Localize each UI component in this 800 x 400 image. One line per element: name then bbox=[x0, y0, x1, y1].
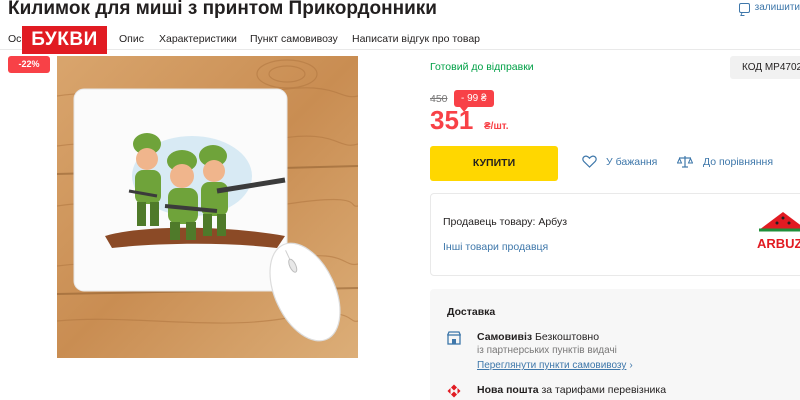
nova-poshta-icon bbox=[447, 384, 461, 398]
buy-button[interactable]: КУПИТИ bbox=[430, 146, 558, 181]
nova-poshta-price: за тарифами перевізника bbox=[541, 384, 667, 396]
nova-poshta-title: Нова пошта bbox=[477, 384, 539, 396]
chevron-right-icon: › bbox=[629, 360, 633, 371]
current-price: 351 bbox=[430, 105, 474, 135]
delivery-title: Доставка bbox=[447, 306, 496, 318]
comment-icon bbox=[738, 2, 750, 13]
availability-status: Готовий до відправки bbox=[430, 61, 534, 73]
tab-description[interactable]: Опис bbox=[119, 33, 144, 45]
price-unit: ₴/шт. bbox=[484, 121, 509, 132]
product-tabs: Ос Опис Характеристики Пункт самовивозу … bbox=[0, 30, 800, 50]
compare-button[interactable]: До порівняння bbox=[677, 155, 773, 168]
scales-icon bbox=[677, 156, 693, 168]
pickup-price: Безкоштовно bbox=[535, 331, 600, 343]
compare-label: До порівняння bbox=[703, 155, 774, 168]
delivery-panel: Доставка Самовивіз Безкоштовно із партне… bbox=[430, 289, 800, 400]
seller-label: Продавець товару: bbox=[443, 216, 536, 228]
seller-card: Продавець товару: Арбуз Інші товари прод… bbox=[430, 193, 800, 276]
seller-logo[interactable]: ARBUZ bbox=[753, 210, 800, 254]
product-image[interactable] bbox=[57, 56, 358, 358]
pickup-points-link[interactable]: Переглянути пункти самовивозу bbox=[477, 360, 626, 371]
tab-characteristics[interactable]: Характеристики bbox=[159, 33, 237, 45]
seller-info: Продавець товару: Арбуз bbox=[443, 216, 567, 228]
favorite-label: залишити bbox=[754, 2, 800, 13]
page-title: Килимок для миші з принтом Прикордонники bbox=[8, 0, 437, 19]
wishlist-label: У бажання bbox=[606, 155, 658, 168]
seller-other-products-link[interactable]: Інші товари продавця bbox=[443, 241, 548, 253]
seller-name: Арбуз bbox=[538, 216, 568, 228]
old-price: 450 bbox=[430, 93, 448, 105]
store-icon bbox=[447, 331, 461, 345]
tab-pickup-point[interactable]: Пункт самовивозу bbox=[250, 33, 338, 45]
product-code: КОД MP4702 bbox=[730, 56, 800, 79]
tab-write-review[interactable]: Написати відгук про товар bbox=[352, 33, 480, 45]
watermark-logo: БУКВИ bbox=[22, 26, 107, 54]
heart-icon bbox=[582, 155, 597, 168]
pickup-subtitle: із партнерських пунктів видачі bbox=[477, 345, 617, 356]
product-photo-illustration bbox=[57, 56, 358, 358]
pickup-option: Самовивіз Безкоштовно із партнерських пу… bbox=[447, 330, 633, 373]
nova-poshta-option: Нова пошта за тарифами перевізника bbox=[447, 383, 666, 398]
sale-badge: -22% bbox=[8, 56, 50, 73]
seller-logo-text: ARBUZ bbox=[757, 236, 800, 251]
wishlist-button[interactable]: У бажання bbox=[582, 155, 657, 168]
favorite-link[interactable]: залишити bbox=[738, 2, 800, 13]
tabs-divider bbox=[0, 49, 800, 50]
pickup-title: Самовивіз bbox=[477, 331, 533, 343]
